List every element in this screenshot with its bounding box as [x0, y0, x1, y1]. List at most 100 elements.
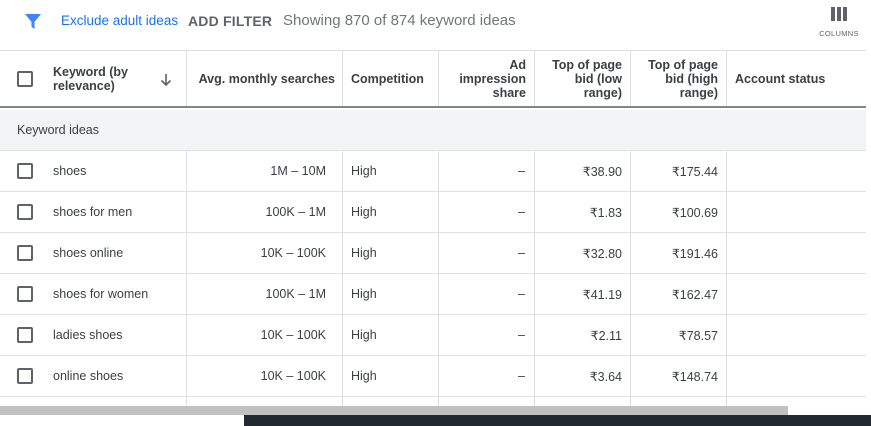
header-bid-low-line1: Top of page [552, 58, 622, 72]
header-bid-low-line2: bid (low [574, 72, 622, 86]
header-bid-low-line3: range) [583, 86, 622, 100]
column-divider [726, 315, 727, 355]
header-ad-impression-share[interactable]: Ad impression share [442, 51, 526, 107]
row-checkbox[interactable] [17, 286, 33, 302]
avg-searches-cell: 1M – 10M [270, 164, 326, 178]
avg-searches-cell: 100K – 1M [265, 287, 326, 301]
select-all-checkbox[interactable] [17, 71, 33, 87]
row-checkbox[interactable] [17, 368, 33, 384]
column-divider [186, 192, 187, 232]
columns-icon [831, 7, 847, 21]
exclude-adult-ideas-link[interactable]: Exclude adult ideas [61, 13, 178, 28]
header-competition[interactable]: Competition [351, 51, 436, 107]
column-divider [534, 397, 535, 406]
section-label: Keyword ideas [17, 123, 99, 137]
table-row[interactable]: ladies shoes 10K – 100K High – ₹2.11 ₹78… [0, 315, 866, 356]
column-divider [438, 397, 439, 406]
horizontal-scrollbar-thumb[interactable] [0, 406, 788, 415]
column-divider [342, 233, 343, 273]
column-divider [186, 51, 187, 106]
keyword-cell: shoes online [53, 246, 124, 260]
header-bid-low[interactable]: Top of page bid (low range) [538, 51, 622, 107]
column-divider [534, 233, 535, 273]
column-divider [630, 356, 631, 396]
column-divider [438, 192, 439, 232]
competition-cell: High [351, 246, 377, 260]
bid-high-cell: ₹175.44 [671, 164, 718, 179]
table-row[interactable]: shoes online 10K – 100K High – ₹32.80 ₹1… [0, 233, 866, 274]
avg-searches-cell: 10K – 100K [260, 246, 326, 260]
bid-low-cell: ₹41.19 [582, 287, 622, 302]
column-divider [342, 356, 343, 396]
column-divider [186, 274, 187, 314]
table-header-row: Keyword (by relevance) Avg. monthly sear… [0, 50, 866, 108]
keyword-cell: shoes for women [53, 287, 149, 301]
column-divider [186, 356, 187, 396]
ad-impression-cell: – [518, 287, 525, 301]
add-filter-button[interactable]: ADD FILTER [188, 13, 272, 29]
ad-impression-cell: – [518, 369, 525, 383]
table-row[interactable]: shoes for men 100K – 1M High – ₹1.83 ₹10… [0, 192, 866, 233]
column-divider [438, 51, 439, 106]
header-account-status-label: Account status [735, 72, 826, 86]
header-ad-impression-line2: share [492, 86, 526, 100]
sort-descending-icon[interactable] [160, 73, 172, 87]
column-divider [534, 151, 535, 191]
column-divider [534, 315, 535, 355]
header-bid-high[interactable]: Top of page bid (high range) [634, 51, 718, 107]
bid-low-cell: ₹2.11 [590, 328, 622, 343]
header-bid-high-line1: Top of page [648, 58, 718, 72]
column-divider [342, 151, 343, 191]
column-divider [630, 192, 631, 232]
column-divider [342, 274, 343, 314]
keyword-cell: online shoes [53, 369, 124, 383]
column-divider [342, 51, 343, 106]
row-checkbox[interactable] [17, 204, 33, 220]
row-checkbox[interactable] [17, 163, 33, 179]
column-divider [630, 315, 631, 355]
keyword-ideas-section-header: Keyword ideas [0, 110, 866, 151]
competition-cell: High [351, 328, 377, 342]
table-row[interactable]: shoes for women 100K – 1M High – ₹41.19 … [0, 274, 866, 315]
column-divider [726, 151, 727, 191]
column-divider [438, 274, 439, 314]
bid-low-cell: ₹32.80 [582, 246, 622, 261]
column-divider [726, 233, 727, 273]
filter-funnel-icon[interactable] [23, 11, 43, 31]
keyword-cell: ladies shoes [53, 328, 123, 342]
bid-high-cell: ₹78.57 [678, 328, 718, 343]
header-keyword-line1: Keyword (by [53, 65, 129, 79]
column-divider [726, 51, 727, 106]
column-divider [534, 274, 535, 314]
column-divider [630, 233, 631, 273]
column-divider [186, 151, 187, 191]
ad-impression-cell: – [518, 328, 525, 342]
table-row[interactable]: online shoes 10K – 100K High – ₹3.64 ₹14… [0, 356, 866, 397]
keyword-cell: shoes for men [53, 205, 133, 219]
avg-searches-cell: 10K – 100K [260, 328, 326, 342]
columns-button[interactable]: COLUMNS [813, 6, 865, 42]
header-account-status[interactable]: Account status [735, 51, 860, 107]
header-avg-monthly-searches[interactable]: Avg. monthly searches [190, 51, 335, 107]
header-avg-searches-label: Avg. monthly searches [198, 72, 335, 86]
ad-impression-cell: – [518, 246, 525, 260]
row-checkbox[interactable] [17, 327, 33, 343]
competition-cell: High [351, 287, 377, 301]
bid-high-cell: ₹100.69 [671, 205, 718, 220]
bid-high-cell: ₹191.46 [671, 246, 718, 261]
column-divider [186, 315, 187, 355]
column-divider [342, 397, 343, 406]
column-divider [342, 315, 343, 355]
column-divider [726, 274, 727, 314]
bid-low-cell: ₹38.90 [582, 164, 622, 179]
competition-cell: High [351, 205, 377, 219]
row-checkbox[interactable] [17, 245, 33, 261]
table-row[interactable]: shoes 1M – 10M High – ₹38.90 ₹175.44 [0, 151, 866, 192]
columns-label: COLUMNS [819, 29, 859, 38]
column-divider [630, 397, 631, 406]
header-keyword[interactable]: Keyword (by relevance) [53, 51, 153, 107]
column-divider [630, 151, 631, 191]
header-bid-high-line2: bid (high [665, 72, 718, 86]
competition-cell: High [351, 164, 377, 178]
column-divider [438, 233, 439, 273]
